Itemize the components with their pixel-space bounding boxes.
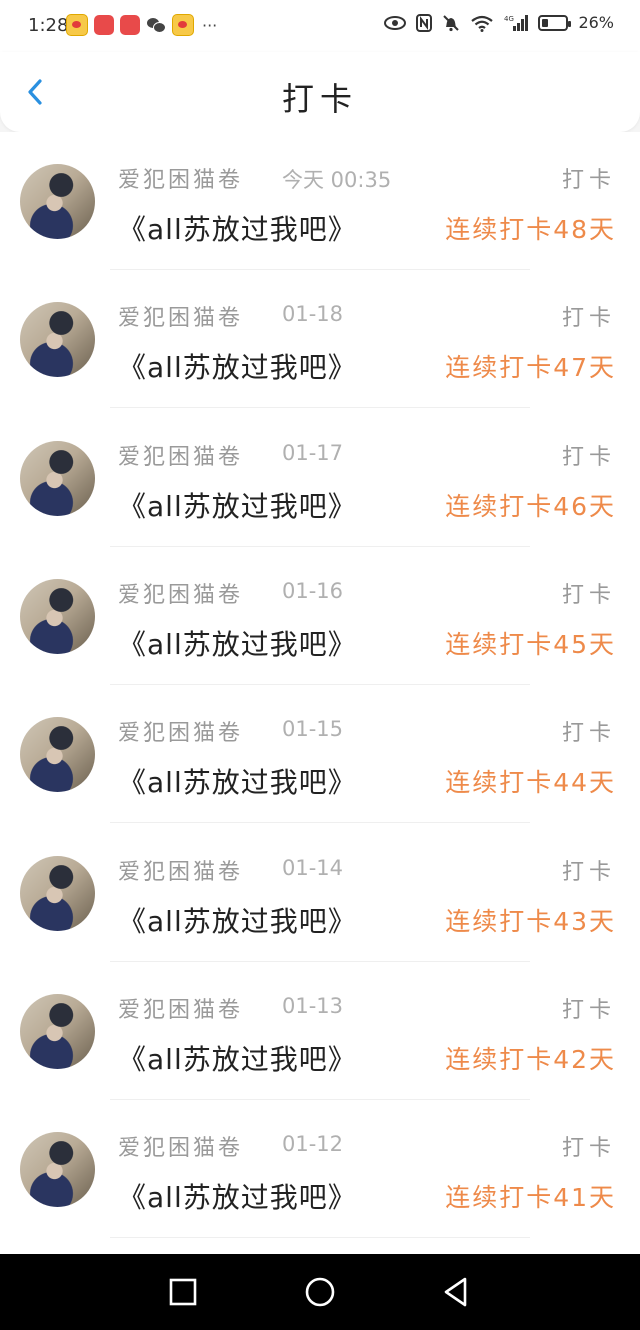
avatar[interactable]	[20, 164, 95, 239]
checkin-date: 01-14	[282, 855, 344, 880]
avatar[interactable]	[20, 302, 95, 378]
checkin-tag: 打卡	[561, 168, 616, 193]
checkin-date: 01-18	[282, 302, 344, 327]
notification-icons: ···	[66, 14, 217, 36]
checkin-tag: 打卡	[561, 1136, 616, 1162]
checkin-tag: 打卡	[561, 721, 616, 747]
checkin-date: 01-16	[282, 578, 344, 603]
list-item[interactable]: 爱犯困猫卷 01-16 打卡《all苏放过我吧》 连续打卡45天	[0, 547, 640, 685]
checkin-tag: 打卡	[561, 997, 616, 1023]
list-item[interactable]: 爱犯困猫卷 01-12 打卡《all苏放过我吧》 连续打卡41天	[0, 1100, 640, 1239]
system-icons: 4G 26%	[384, 13, 614, 32]
streak-count: 连续打卡48天	[445, 215, 616, 244]
divider	[110, 1237, 530, 1239]
book-title[interactable]: 《all苏放过我吧》	[118, 761, 357, 801]
avatar[interactable]	[20, 578, 95, 654]
avatar[interactable]	[20, 855, 95, 931]
streak-count: 连续打卡45天	[445, 629, 616, 659]
checkin-list[interactable]: 爱犯困猫卷 今天 00:35 打卡 《all苏放过我吧》 连续打卡48天 爱犯困猫卷 01-…	[0, 132, 640, 1254]
list-item[interactable]: 爱犯困猫卷 今天 00:35 打卡《all苏放过我吧》 连续打卡48天	[0, 132, 640, 270]
book-title[interactable]: 《all苏放过我吧》	[118, 485, 357, 525]
checkin-tag: 打卡	[561, 859, 616, 885]
checkin-date: 01-12	[282, 1132, 344, 1157]
streak-count: 连续打卡46天	[445, 491, 616, 521]
avatar[interactable]	[20, 993, 95, 1069]
user-name[interactable]: 爱犯困猫卷	[118, 162, 243, 194]
battery-level	[542, 18, 549, 27]
signal-icon: 4G	[504, 14, 529, 31]
battery-percent: 26%	[578, 13, 614, 32]
huawei-app-icon	[94, 15, 114, 35]
eye-icon	[384, 15, 407, 30]
list-item[interactable]: 爱犯困猫卷 01-14 打卡《all苏放过我吧》 连续打卡43天	[0, 824, 640, 962]
checkin-tag: 打卡	[561, 306, 616, 332]
book-title[interactable]: 《all苏放过我吧》	[118, 208, 357, 248]
book-title[interactable]: 《all苏放过我吧》	[118, 1038, 357, 1078]
avatar[interactable]	[20, 440, 95, 516]
user-name[interactable]: 爱犯困猫卷	[118, 1130, 243, 1162]
battery-icon	[538, 14, 572, 31]
user-name[interactable]: 爱犯困猫卷	[118, 300, 243, 332]
user-name[interactable]: 爱犯困猫卷	[118, 992, 243, 1024]
list-item[interactable]: 爱犯困猫卷 01-15 打卡《all苏放过我吧》 连续打卡44天	[0, 685, 640, 824]
svg-text:4G: 4G	[504, 15, 514, 23]
list-item[interactable]: 爱犯困猫卷 01-17 打卡《all苏放过我吧》 连续打卡46天	[0, 409, 640, 547]
back-nav-icon[interactable]	[438, 1274, 474, 1310]
book-title[interactable]: 《all苏放过我吧》	[118, 1176, 357, 1216]
checkin-date: 01-17	[282, 440, 344, 465]
avatar[interactable]	[20, 1132, 95, 1208]
book-title[interactable]: 《all苏放过我吧》	[118, 623, 357, 663]
header: 打卡	[0, 52, 640, 132]
wechat-icon	[146, 15, 166, 35]
book-title[interactable]: 《all苏放过我吧》	[118, 346, 357, 386]
user-name[interactable]: 爱犯困猫卷	[118, 854, 243, 886]
list-item[interactable]: 爱犯困猫卷 01-18 打卡《all苏放过我吧》 连续打卡47天	[0, 270, 640, 409]
page-title: 打卡	[281, 80, 358, 118]
recents-icon[interactable]	[165, 1274, 201, 1310]
weibo-icon	[66, 14, 88, 36]
home-icon[interactable]	[302, 1274, 338, 1310]
more-notifications-icon: ···	[202, 15, 218, 35]
streak-count: 连续打卡43天	[445, 906, 616, 936]
list-item[interactable]: 爱犯困猫卷 01-13 打卡《all苏放过我吧》 连续打卡42天	[0, 962, 640, 1100]
user-name[interactable]: 爱犯困猫卷	[118, 439, 243, 471]
checkin-date: 01-15	[282, 717, 344, 742]
checkin-tag: 打卡	[561, 582, 616, 608]
streak-count: 连续打卡42天	[445, 1044, 616, 1074]
avatar[interactable]	[20, 717, 95, 793]
huawei-app-icon	[120, 15, 140, 35]
book-title[interactable]: 《all苏放过我吧》	[118, 900, 357, 940]
checkin-date: 今天 00:35	[282, 168, 392, 192]
streak-count: 连续打卡41天	[445, 1183, 616, 1213]
checkin-date: 01-13	[282, 993, 344, 1018]
wifi-icon	[471, 15, 494, 32]
checkin-tag: 打卡	[561, 444, 616, 470]
streak-count: 连续打卡47天	[445, 353, 616, 383]
user-name[interactable]: 爱犯困猫卷	[118, 577, 243, 609]
streak-count: 连续打卡44天	[445, 768, 616, 798]
user-name[interactable]: 爱犯困猫卷	[118, 715, 243, 747]
mute-icon	[443, 14, 460, 31]
navigation-bar	[0, 1254, 640, 1330]
weibo-icon	[172, 14, 194, 36]
status-time: 1:28	[28, 15, 69, 36]
status-bar: 1:28 ··· 4G 26%	[0, 0, 640, 52]
nfc-icon	[416, 13, 433, 32]
